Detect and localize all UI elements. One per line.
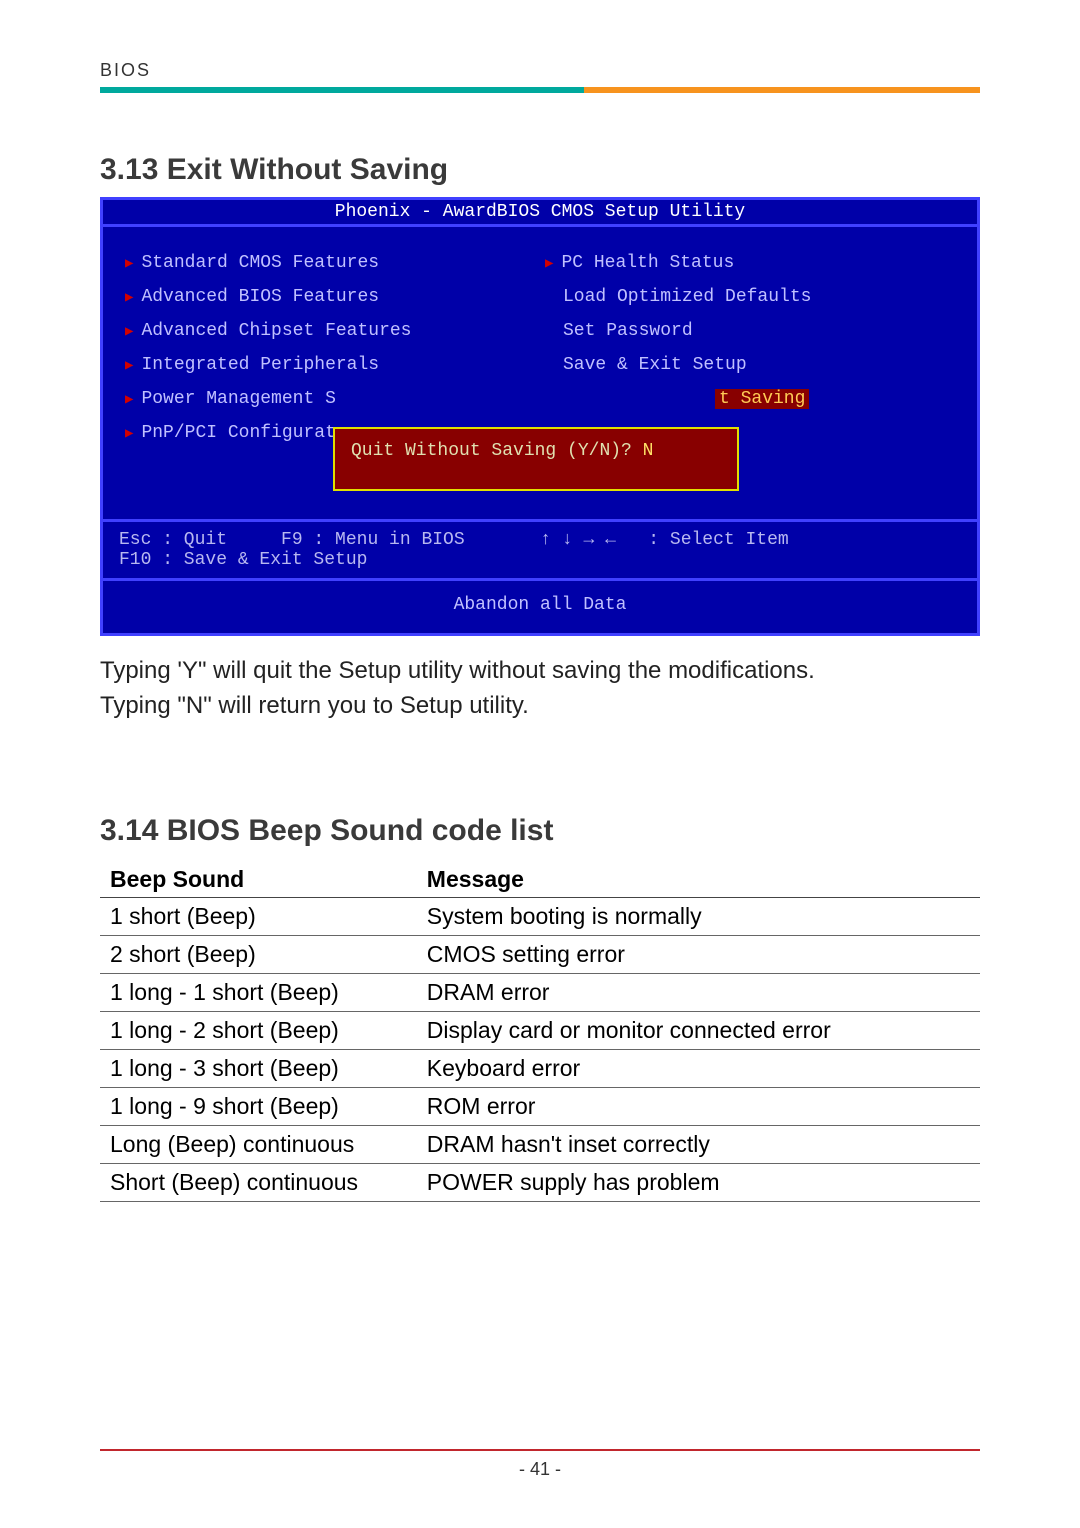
cell-beep: Short (Beep) continuous bbox=[100, 1163, 417, 1201]
cell-msg: DRAM hasn't inset correctly bbox=[417, 1125, 980, 1163]
bios-confirm-dialog[interactable]: Quit Without Saving (Y/N)? N bbox=[333, 427, 739, 491]
table-row: 1 long - 2 short (Beep)Display card or m… bbox=[100, 1011, 980, 1049]
bios-menu-item[interactable]: Load Optimized Defaults bbox=[545, 287, 955, 307]
bios-menu-item[interactable]: ▶ Advanced BIOS Features bbox=[125, 287, 535, 307]
cell-msg: DRAM error bbox=[417, 973, 980, 1011]
triangle-icon: ▶ bbox=[125, 357, 133, 374]
table-row: 1 short (Beep)System booting is normally bbox=[100, 897, 980, 935]
footer-rule bbox=[100, 1449, 980, 1451]
bios-menu-label: Load Optimized Defaults bbox=[563, 287, 811, 307]
table-header-row: Beep Sound Message bbox=[100, 862, 980, 898]
bios-menu-label: Set Password bbox=[563, 321, 693, 341]
bios-menu-label: Advanced Chipset Features bbox=[141, 321, 411, 341]
cell-beep: 2 short (Beep) bbox=[100, 935, 417, 973]
bios-menu-label: Power Management S bbox=[141, 389, 335, 409]
help-line-1: Esc : Quit F9 : Menu in BIOS ↑ ↓ → ← : S… bbox=[119, 530, 789, 550]
page-number: 41 bbox=[100, 1459, 980, 1480]
triangle-icon: ▶ bbox=[125, 391, 133, 408]
bios-help-bar: Esc : Quit F9 : Menu in BIOS ↑ ↓ → ← : S… bbox=[103, 519, 977, 578]
bios-menu-item[interactable]: Set Password bbox=[545, 321, 955, 341]
bios-menu-label: Integrated Peripherals bbox=[141, 355, 379, 375]
triangle-icon: ▶ bbox=[545, 255, 553, 272]
body-line: Typing 'Y" will quit the Setup utility w… bbox=[100, 654, 980, 689]
cell-msg: POWER supply has problem bbox=[417, 1163, 980, 1201]
cell-beep: Long (Beep) continuous bbox=[100, 1125, 417, 1163]
cell-msg: Keyboard error bbox=[417, 1049, 980, 1087]
section-title-beep: 3.14 BIOS Beep Sound code list bbox=[100, 814, 980, 848]
bios-menu-item[interactable]: ▶ Standard CMOS Features bbox=[125, 253, 535, 273]
body-line: Typing "N" will return you to Setup util… bbox=[100, 689, 980, 724]
section-title-exit: 3.13 Exit Without Saving bbox=[100, 153, 980, 187]
table-row: 1 long - 1 short (Beep)DRAM error bbox=[100, 973, 980, 1011]
bios-menu-label: Standard CMOS Features bbox=[141, 253, 379, 273]
help-line-2: F10 : Save & Exit Setup bbox=[119, 550, 367, 570]
bios-menu-item[interactable]: ▶ Power Management S bbox=[125, 389, 535, 409]
bios-menu-label: Save & Exit Setup bbox=[563, 355, 747, 375]
triangle-icon: ▶ bbox=[125, 255, 133, 272]
bios-menu-label: PC Health Status bbox=[561, 253, 734, 273]
cell-beep: 1 short (Beep) bbox=[100, 897, 417, 935]
table-row: Long (Beep) continuousDRAM hasn't inset … bbox=[100, 1125, 980, 1163]
cell-beep: 1 long - 2 short (Beep) bbox=[100, 1011, 417, 1049]
bios-menu-item[interactable]: ▶ Integrated Peripherals bbox=[125, 355, 535, 375]
dialog-text: Quit Without Saving (Y/N)? bbox=[351, 441, 632, 461]
table-row: 1 long - 3 short (Beep)Keyboard error bbox=[100, 1049, 980, 1087]
bios-screenshot: Phoenix - AwardBIOS CMOS Setup Utility ▶… bbox=[100, 197, 980, 636]
bios-menu-label: t Saving bbox=[715, 389, 809, 409]
cell-msg: System booting is normally bbox=[417, 897, 980, 935]
table-header-message: Message bbox=[417, 862, 980, 898]
cell-beep: 1 long - 9 short (Beep) bbox=[100, 1087, 417, 1125]
bios-menu-item[interactable]: Save & Exit Setup bbox=[545, 355, 955, 375]
table-header-beep: Beep Sound bbox=[100, 862, 417, 898]
bios-menu-item[interactable]: ▶ PC Health Status bbox=[545, 253, 955, 273]
bios-menu-item-selected[interactable]: t Saving bbox=[715, 389, 955, 409]
bios-menu-label: Advanced BIOS Features bbox=[141, 287, 379, 307]
cell-beep: 1 long - 3 short (Beep) bbox=[100, 1049, 417, 1087]
table-row: Short (Beep) continuousPOWER supply has … bbox=[100, 1163, 980, 1201]
triangle-icon: ▶ bbox=[125, 425, 133, 442]
cell-msg: Display card or monitor connected error bbox=[417, 1011, 980, 1049]
bios-menu-item[interactable]: ▶ Advanced Chipset Features bbox=[125, 321, 535, 341]
bios-title: Phoenix - AwardBIOS CMOS Setup Utility bbox=[103, 200, 977, 224]
dialog-default-answer[interactable]: N bbox=[643, 441, 654, 461]
triangle-icon: ▶ bbox=[125, 289, 133, 306]
cell-msg: CMOS setting error bbox=[417, 935, 980, 973]
header-section-label: BIOS bbox=[100, 60, 980, 87]
triangle-icon: ▶ bbox=[125, 323, 133, 340]
cell-beep: 1 long - 1 short (Beep) bbox=[100, 973, 417, 1011]
page-footer: 41 bbox=[100, 1449, 980, 1480]
bios-menu-body: ▶ Standard CMOS Features ▶ Advanced BIOS F… bbox=[103, 224, 977, 519]
header-rule bbox=[100, 87, 980, 93]
body-paragraph: Typing 'Y" will quit the Setup utility w… bbox=[100, 654, 980, 724]
bios-footer-text: Abandon all Data bbox=[103, 578, 977, 633]
document-page: BIOS 3.13 Exit Without Saving Phoenix - … bbox=[0, 0, 1080, 1528]
bios-menu-label: PnP/PCI Configurat bbox=[141, 423, 335, 443]
beep-code-table: Beep Sound Message 1 short (Beep)System … bbox=[100, 862, 980, 1202]
table-row: 2 short (Beep)CMOS setting error bbox=[100, 935, 980, 973]
cell-msg: ROM error bbox=[417, 1087, 980, 1125]
table-row: 1 long - 9 short (Beep)ROM error bbox=[100, 1087, 980, 1125]
